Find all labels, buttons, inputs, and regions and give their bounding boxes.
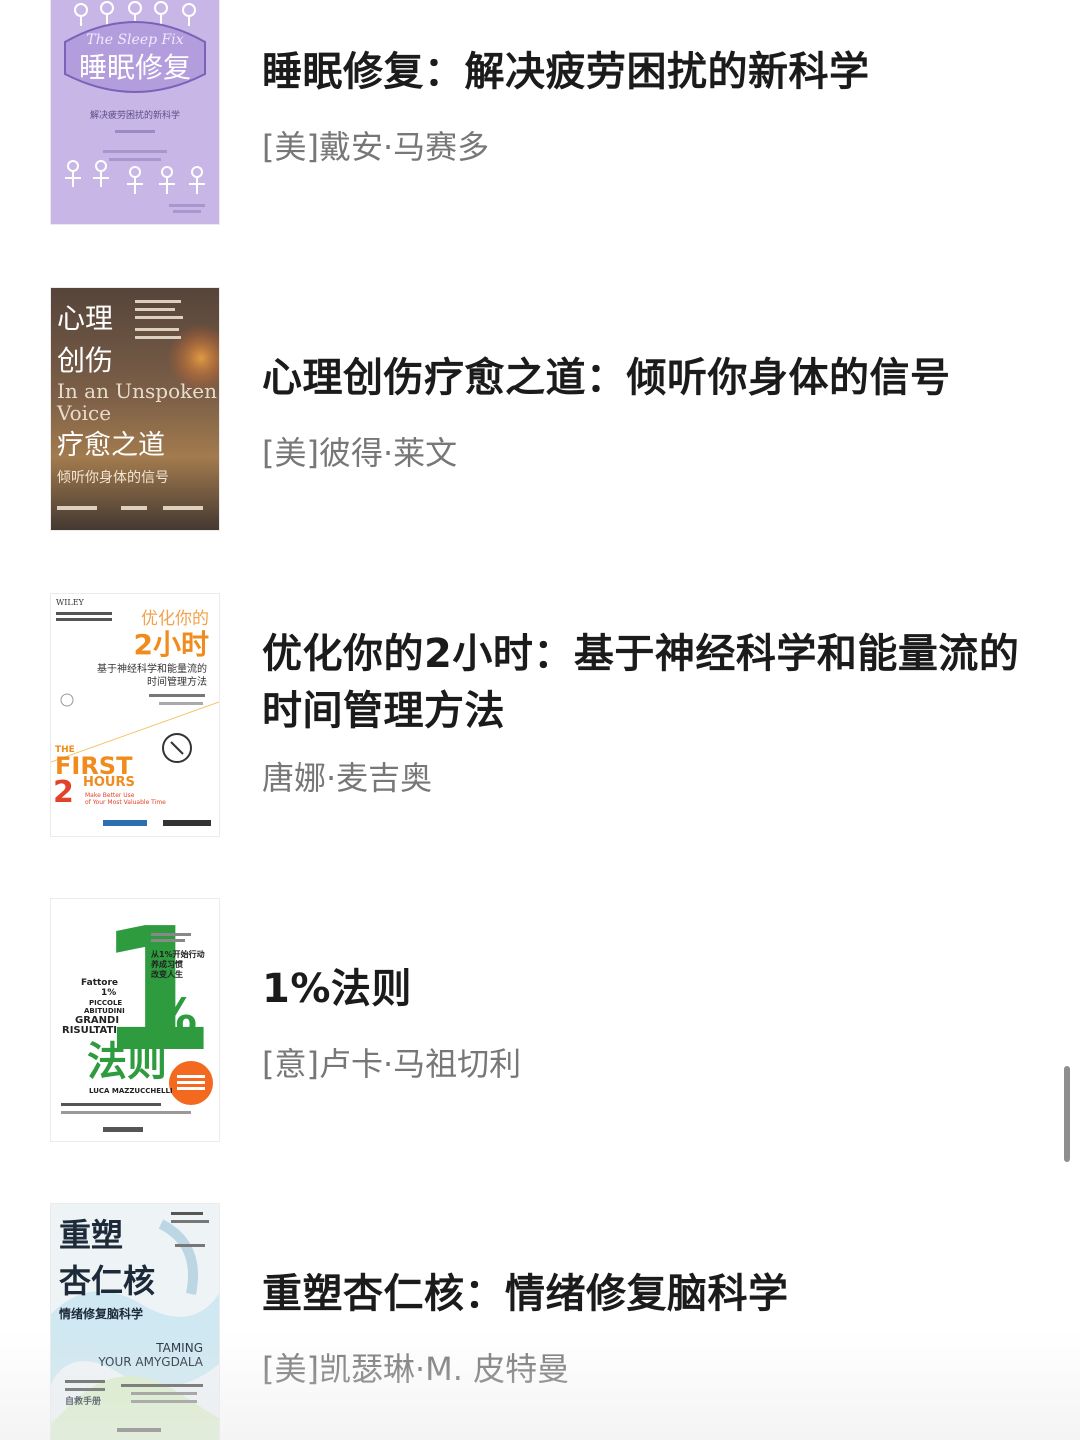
cover-en-tag2: of Your Most Valuable Time bbox=[85, 799, 166, 806]
scrollbar[interactable] bbox=[1064, 1066, 1070, 1162]
book-info: 重塑杏仁核：情绪修复脑科学 [美]凯瑟琳·M. 皮特曼 bbox=[262, 1266, 1030, 1389]
book-title[interactable]: 重塑杏仁核：情绪修复脑科学 bbox=[262, 1266, 1030, 1323]
cover-cn-line3: 疗愈之道 bbox=[57, 430, 165, 461]
cover-en-num: 2 bbox=[53, 775, 74, 810]
cover-subtitle: 情绪修复脑科学 bbox=[59, 1306, 143, 1321]
cover-it-risultati: RISULTATI bbox=[62, 1025, 117, 1036]
book-author: [美]戴安·马赛多 bbox=[262, 128, 490, 166]
book-title[interactable]: 1%法则 bbox=[262, 961, 1030, 1018]
cover-cn-top: 优化你的 bbox=[141, 609, 209, 629]
cover-cn-line1: 心理 bbox=[57, 302, 113, 335]
cover-subtitle: 解决疲劳困扰的新科学 bbox=[90, 109, 180, 121]
book-cover[interactable]: 1 % 法则 Fattore 1% PICCOLE ABITUDINI GRAN… bbox=[51, 899, 219, 1141]
book-cover[interactable]: The Sleep Fix 睡眠修复 解决疲劳困扰的新科学 bbox=[51, 0, 219, 224]
cover-tag: 自救手册 bbox=[65, 1395, 101, 1407]
cover-en-tag: Make Better Use bbox=[85, 792, 135, 799]
cover-it-fattore: Fattore bbox=[81, 978, 118, 988]
cover-author-en: LUCA MAZZUCCHELLI bbox=[89, 1087, 173, 1095]
cover-cn-line1: 重塑 bbox=[59, 1216, 123, 1254]
cover-subtitle2: 时间管理方法 bbox=[147, 675, 207, 688]
book-title[interactable]: 睡眠修复：解决疲劳困扰的新科学 bbox=[262, 44, 1030, 101]
book-info: 1%法则 [意]卢卡·马祖切利 bbox=[262, 961, 1030, 1084]
book-info: 优化你的2小时：基于神经科学和能量流的时间管理方法 唐娜·麦吉奥 bbox=[262, 626, 1030, 798]
cover-en-line2: Voice bbox=[56, 401, 111, 425]
book-author: [美]彼得·莱文 bbox=[262, 434, 458, 472]
cover-percent: % bbox=[149, 989, 197, 1045]
book-item[interactable]: 心理 创伤 In an Unspoken Voice 疗愈之道 倾听你身体的信号 bbox=[0, 288, 1060, 532]
cover-it-abitudini: ABITUDINI bbox=[84, 1007, 125, 1015]
cover-tag3: 改变人生 bbox=[151, 969, 183, 979]
cover-cn-line2: 杏仁核 bbox=[59, 1262, 155, 1300]
book-title[interactable]: 心理创伤疗愈之道：倾听你身体的信号 bbox=[262, 350, 1030, 407]
cover-tag1: 从1%开始行动 bbox=[151, 949, 205, 959]
book-info: 心理创伤疗愈之道：倾听你身体的信号 [美]彼得·莱文 bbox=[262, 350, 1030, 473]
reading-list-page: The Sleep Fix 睡眠修复 解决疲劳困扰的新科学 睡眠修复：解决疲劳困… bbox=[0, 0, 1080, 1440]
cover-subtitle: 倾听你身体的信号 bbox=[57, 470, 169, 486]
cover-tag2: 养成习惯 bbox=[150, 959, 183, 969]
book-item[interactable]: WILEY 优化你的 2小时 基于神经科学和能量流的 时间管理方法 THE FI… bbox=[0, 594, 1060, 838]
cover-it-pct: 1% bbox=[101, 988, 116, 998]
book-cover[interactable]: 重塑 杏仁核 情绪修复脑科学 TAMING YOUR AMYGDALA 自救手册 bbox=[51, 1204, 219, 1440]
cover-subtitle: 基于神经科学和能量流的 bbox=[97, 662, 207, 675]
cover-it-piccole: PICCOLE bbox=[89, 999, 122, 1007]
book-author: [美]凯瑟琳·M. 皮特曼 bbox=[262, 1350, 570, 1388]
cover-en-line1: TAMING bbox=[155, 1341, 203, 1355]
scrollbar-thumb[interactable] bbox=[1064, 1066, 1070, 1162]
cover-cn-title: 法则 bbox=[87, 1039, 167, 1085]
book-title[interactable]: 优化你的2小时：基于神经科学和能量流的时间管理方法 bbox=[262, 626, 1030, 740]
book-cover[interactable]: 心理 创伤 In an Unspoken Voice 疗愈之道 倾听你身体的信号 bbox=[51, 288, 219, 530]
cover-en-hours: HOURS bbox=[83, 775, 135, 790]
book-author: 唐娜·麦吉奥 bbox=[262, 759, 433, 797]
cover-cn-title: 睡眠修复 bbox=[79, 51, 191, 84]
cover-publisher: WILEY bbox=[56, 598, 85, 607]
book-info: 睡眠修复：解决疲劳困扰的新科学 [美]戴安·马赛多 bbox=[262, 44, 1030, 167]
cover-en-line1: In an Unspoken bbox=[57, 379, 217, 403]
book-list: The Sleep Fix 睡眠修复 解决疲劳困扰的新科学 睡眠修复：解决疲劳困… bbox=[0, 0, 1080, 1440]
cover-cn-line2: 创伤 bbox=[57, 344, 113, 377]
book-item[interactable]: 1 % 法则 Fattore 1% PICCOLE ABITUDINI GRAN… bbox=[0, 899, 1060, 1143]
book-item[interactable]: 重塑 杏仁核 情绪修复脑科学 TAMING YOUR AMYGDALA 自救手册 bbox=[0, 1204, 1060, 1440]
cover-en-line2: YOUR AMYGDALA bbox=[97, 1355, 203, 1369]
cover-cn-big: 2小时 bbox=[134, 628, 209, 661]
book-cover[interactable]: WILEY 优化你的 2小时 基于神经科学和能量流的 时间管理方法 THE FI… bbox=[51, 594, 219, 836]
cover-en-title: The Sleep Fix bbox=[86, 32, 183, 48]
book-author: [意]卢卡·马祖切利 bbox=[262, 1045, 522, 1083]
book-item[interactable]: The Sleep Fix 睡眠修复 解决疲劳困扰的新科学 睡眠修复：解决疲劳困… bbox=[0, 0, 1060, 226]
